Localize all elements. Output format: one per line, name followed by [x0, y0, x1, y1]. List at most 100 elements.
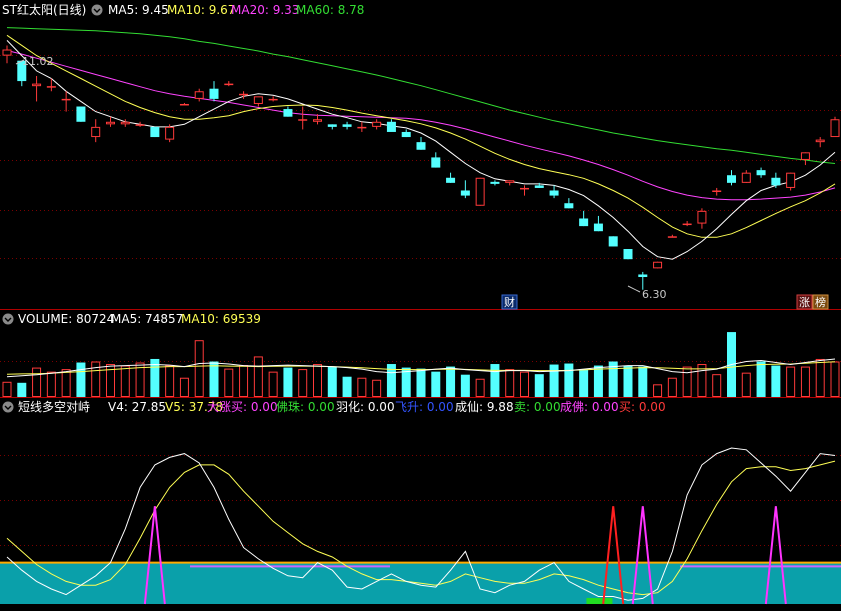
candle-body — [697, 210, 707, 224]
candle-body — [239, 93, 249, 96]
volume-bar — [120, 365, 130, 397]
chengxian-label: 成仙: 9.88 — [455, 400, 514, 414]
volume-bar — [579, 369, 589, 397]
candle-body — [446, 177, 456, 183]
ma20-label: MA20: 9.33 — [231, 3, 299, 17]
candle-body — [667, 236, 677, 238]
candle-body — [815, 139, 825, 143]
candle-body — [623, 249, 633, 260]
volume-bar — [283, 367, 293, 397]
candle — [653, 261, 663, 269]
candle-body — [520, 187, 529, 190]
stock-title: ST红太阳(日线) — [2, 2, 86, 17]
volume-header: VOLUME: 80724 MA5: 74857 MA10: 69539 — [2, 312, 261, 326]
volume-bar — [17, 382, 27, 397]
volume-bar — [224, 368, 234, 398]
high-price-annotation: 11.02 — [15, 55, 54, 68]
volume-ma10-label: MA10: 69539 — [181, 312, 261, 326]
volume-bar — [638, 366, 648, 397]
volume-bar — [342, 376, 352, 397]
candle — [165, 124, 175, 143]
indicator-green-block — [586, 598, 613, 604]
candle-body — [460, 190, 470, 196]
candle-body — [727, 175, 736, 183]
ma60-label: MA60: 8.78 — [296, 3, 364, 17]
indicator-settings-button[interactable] — [2, 401, 14, 413]
volume-bar — [253, 356, 263, 397]
volume-bar — [682, 366, 692, 398]
volume-bar — [815, 358, 825, 398]
candle-body — [579, 218, 589, 227]
candle-body — [490, 181, 500, 184]
candle-body — [209, 88, 219, 99]
volume-bar — [800, 366, 810, 398]
ma5-label: MA5: 9.45 — [108, 3, 169, 17]
candle-body — [372, 121, 382, 127]
candle-body — [91, 126, 101, 138]
candle-body — [150, 126, 160, 138]
candle — [76, 106, 86, 122]
candle — [150, 126, 160, 138]
volume-bar — [327, 366, 337, 397]
candle-body — [61, 98, 71, 101]
volume-bar — [46, 371, 56, 397]
candle-body — [401, 131, 411, 138]
badge-cai[interactable]: 财 — [501, 294, 518, 310]
volume-bar — [593, 365, 603, 397]
candle-body — [342, 124, 352, 127]
volume-bar — [623, 365, 633, 397]
candle-body — [475, 177, 485, 206]
indicator-title: 短线多空对峙 — [18, 400, 90, 414]
volume-bar — [239, 365, 249, 397]
volume-bar — [372, 379, 382, 397]
feisheng-label: 飞升: 0.00 — [395, 400, 454, 414]
volume-settings-button[interactable] — [2, 313, 14, 325]
low-annotation-text: 6.30 — [642, 288, 667, 301]
candle-body — [431, 157, 441, 168]
candle-body — [830, 119, 840, 138]
candle-body — [268, 98, 278, 101]
candle-body — [224, 83, 234, 86]
candle-body — [357, 126, 367, 129]
candle-body — [505, 180, 515, 183]
candle-body — [564, 203, 574, 209]
volume-bar — [520, 371, 529, 397]
ma10-label: MA10: 9.67 — [167, 3, 235, 17]
candle-body — [638, 274, 648, 278]
volume-bar — [534, 374, 544, 397]
chart-background — [0, 0, 841, 611]
volume-bar — [2, 381, 12, 397]
candle-body — [120, 121, 130, 125]
candle-body — [682, 223, 692, 226]
volume-bar — [313, 364, 322, 397]
badge-bang[interactable]: 榜 — [812, 294, 829, 310]
candle — [608, 236, 618, 247]
badge-zhang[interactable]: 涨 — [796, 294, 813, 310]
buy-label: 买: 0.00 — [619, 400, 666, 414]
candle-body — [327, 124, 337, 127]
candle-body — [549, 190, 559, 196]
candle-body — [756, 170, 766, 176]
price-settings-button[interactable] — [91, 4, 103, 16]
candle-body — [416, 142, 426, 150]
candle-body — [179, 103, 189, 106]
candle-body — [283, 109, 293, 117]
high-annotation-text: 11.02 — [22, 55, 54, 68]
volume-bar — [490, 364, 500, 397]
volume-bar — [475, 378, 485, 398]
yuhua-label: 羽化: 0.00 — [336, 400, 395, 414]
candle — [475, 177, 485, 206]
candle — [623, 249, 633, 260]
volume-bar — [416, 368, 426, 397]
volume-bar — [830, 361, 840, 397]
candle-body — [135, 124, 145, 126]
volume-bar — [771, 365, 781, 397]
v4-label: V4: 27.85 — [108, 400, 166, 414]
candle-body — [32, 83, 42, 87]
volume-bar — [653, 384, 663, 398]
candle-body — [313, 119, 322, 122]
candle-body — [534, 185, 544, 188]
price-header: ST红太阳(日线) MA5: 9.45 MA10: 9.67 MA20: 9.3… — [2, 2, 364, 17]
volume-bar — [667, 377, 677, 398]
sell-label: 卖: 0.00 — [514, 400, 561, 414]
